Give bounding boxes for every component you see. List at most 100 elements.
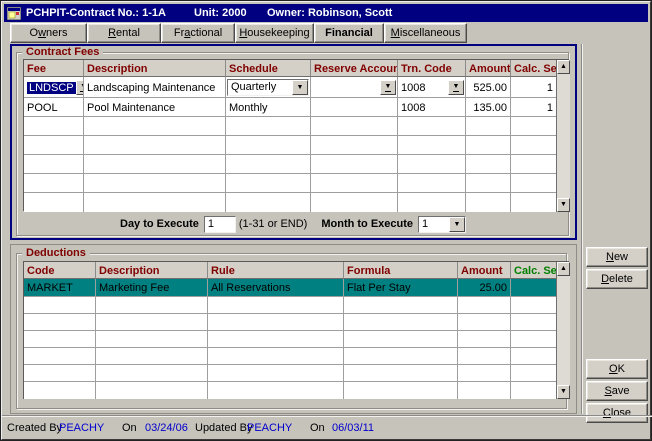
- fee-dropdown-icon[interactable]: ▼: [76, 80, 84, 95]
- day-to-execute-input[interactable]: [204, 216, 236, 233]
- updated-on-value: 06/03/11: [332, 422, 374, 434]
- code-cell[interactable]: MARKET: [24, 279, 96, 297]
- month-to-execute-label: Month to Execute: [321, 218, 413, 230]
- col-calc-seq: Calc. Seq: [511, 262, 556, 279]
- close-button[interactable]: Close: [586, 403, 648, 423]
- tab-rental[interactable]: Rental: [87, 23, 161, 43]
- amount-cell[interactable]: 135.00: [466, 98, 511, 117]
- tab-housekeeping[interactable]: Housekeeping: [235, 23, 314, 43]
- table-row[interactable]: POOL Pool Maintenance Monthly 1008 135.0…: [24, 98, 556, 117]
- tab-miscellaneous[interactable]: Miscellaneous: [384, 23, 467, 43]
- scroll-up-icon[interactable]: ▲: [557, 60, 570, 74]
- window-title: PCHPIT-Contract No.: 1-1A: [26, 7, 166, 19]
- col-trn-code: Trn. Code: [398, 60, 466, 77]
- trn-code-value[interactable]: 1008: [401, 82, 425, 94]
- col-reserve-account: Reserve Account: [311, 60, 398, 77]
- trn-code-cell[interactable]: 1008 ▼: [398, 77, 466, 98]
- owner-label: Owner: Robinson, Scott: [267, 7, 392, 19]
- schedule-dropdown-icon[interactable]: ▼: [292, 80, 308, 95]
- table-row[interactable]: MARKET Marketing Fee All Reservations Fl…: [24, 279, 556, 297]
- month-to-execute-value[interactable]: 1: [419, 218, 449, 230]
- save-button[interactable]: Save: [586, 381, 648, 401]
- col-schedule: Schedule: [226, 60, 311, 77]
- fee-combo-value[interactable]: LNDSCP: [27, 82, 76, 94]
- schedule-combo-value[interactable]: Quarterly: [228, 81, 292, 93]
- schedule-cell[interactable]: Quarterly ▼: [226, 77, 311, 98]
- formula-cell[interactable]: Flat Per Stay: [344, 279, 458, 297]
- trn-code-dropdown-icon[interactable]: ▼: [448, 80, 464, 95]
- table-row: [24, 155, 556, 174]
- amount-cell[interactable]: 25.00: [458, 279, 511, 297]
- table-row: [24, 331, 556, 348]
- description-cell[interactable]: Pool Maintenance: [84, 98, 226, 117]
- deductions-scrollbar[interactable]: ▲ ▼: [556, 262, 570, 399]
- table-row: [24, 193, 556, 212]
- delete-button[interactable]: Delete: [586, 269, 648, 289]
- amount-cell[interactable]: 525.00: [466, 77, 511, 98]
- day-to-execute-label: Day to Execute: [120, 218, 199, 230]
- table-row: [24, 174, 556, 193]
- new-button[interactable]: New: [586, 247, 648, 267]
- col-formula: Formula: [344, 262, 458, 279]
- deductions-group-label: Deductions: [22, 247, 90, 259]
- col-description: Description: [84, 60, 226, 77]
- deductions-header-row: Code Description Rule Formula Amount Cal…: [24, 262, 556, 279]
- table-row: [24, 136, 556, 155]
- unit-label: Unit: 2000: [194, 7, 247, 19]
- ok-button[interactable]: OK: [586, 359, 648, 379]
- rule-cell[interactable]: All Reservations: [208, 279, 344, 297]
- col-calc-seq: Calc. Seq.: [511, 60, 556, 77]
- title-bar: PCHPIT-Contract No.: 1-1A Unit: 2000 Own…: [4, 4, 648, 22]
- reserve-account-cell[interactable]: ▼: [311, 77, 398, 98]
- table-row: [24, 348, 556, 365]
- table-row: [24, 117, 556, 136]
- updated-by-label: Updated By: [195, 422, 252, 434]
- fee-cell[interactable]: POOL: [24, 98, 84, 117]
- deductions-panel: Deductions Code Description Rule Formula…: [10, 244, 577, 414]
- col-description: Description: [96, 262, 208, 279]
- fee-cell[interactable]: LNDSCP ▼: [24, 77, 84, 98]
- scroll-down-icon[interactable]: ▼: [557, 385, 570, 399]
- description-cell[interactable]: Marketing Fee: [96, 279, 208, 297]
- col-fee: Fee: [24, 60, 84, 77]
- table-row: [24, 314, 556, 331]
- panel-divider: [581, 44, 583, 414]
- tab-financial[interactable]: Financial: [314, 23, 384, 43]
- schedule-combo[interactable]: Quarterly ▼: [227, 79, 309, 96]
- contract-fees-group-label: Contract Fees: [22, 46, 103, 58]
- month-dropdown-icon[interactable]: ▼: [449, 217, 465, 232]
- col-amount: Amount: [458, 262, 511, 279]
- trn-code-cell[interactable]: 1008: [398, 98, 466, 117]
- created-by-label: Created By: [7, 422, 62, 434]
- scroll-up-icon[interactable]: ▲: [557, 262, 570, 276]
- table-row[interactable]: LNDSCP ▼ Landscaping Maintenance Quarter…: [24, 77, 556, 98]
- col-amount: Amount: [466, 60, 511, 77]
- description-cell[interactable]: Landscaping Maintenance: [84, 77, 226, 98]
- created-on-label: On: [122, 422, 137, 434]
- contract-fees-header-row: Fee Description Schedule Reserve Account…: [24, 60, 556, 77]
- table-row: [24, 297, 556, 314]
- tab-fractional[interactable]: Fractional: [161, 23, 235, 43]
- tab-owners[interactable]: Owners: [10, 23, 87, 43]
- execute-settings-row: Day to Execute (1-31 or END) Month to Ex…: [120, 215, 466, 233]
- updated-by-value: PEACHY: [247, 422, 292, 434]
- table-row: [24, 382, 556, 399]
- calc-seq-cell[interactable]: 1: [511, 77, 556, 98]
- created-by-value: PEACHY: [59, 422, 104, 434]
- contract-window: PCHPIT-Contract No.: 1-1A Unit: 2000 Own…: [0, 0, 652, 441]
- scroll-down-icon[interactable]: ▼: [557, 198, 570, 212]
- contract-fees-grid: Fee Description Schedule Reserve Account…: [23, 59, 569, 211]
- calc-seq-cell[interactable]: [511, 279, 556, 297]
- reserve-account-dropdown-icon[interactable]: ▼: [380, 80, 396, 95]
- reserve-account-cell[interactable]: [311, 98, 398, 117]
- table-row: [24, 365, 556, 382]
- contract-fees-scrollbar[interactable]: ▲ ▼: [556, 60, 570, 212]
- day-range-hint: (1-31 or END): [239, 218, 307, 230]
- footer-separator: [2, 415, 652, 417]
- deductions-grid: Code Description Rule Formula Amount Cal…: [23, 261, 569, 399]
- contract-fees-panel: Contract Fees Fee Description Schedule R…: [10, 44, 577, 240]
- schedule-cell[interactable]: Monthly: [226, 98, 311, 117]
- month-to-execute-combo[interactable]: 1 ▼: [418, 216, 466, 233]
- updated-on-label: On: [310, 422, 325, 434]
- calc-seq-cell[interactable]: 1: [511, 98, 556, 117]
